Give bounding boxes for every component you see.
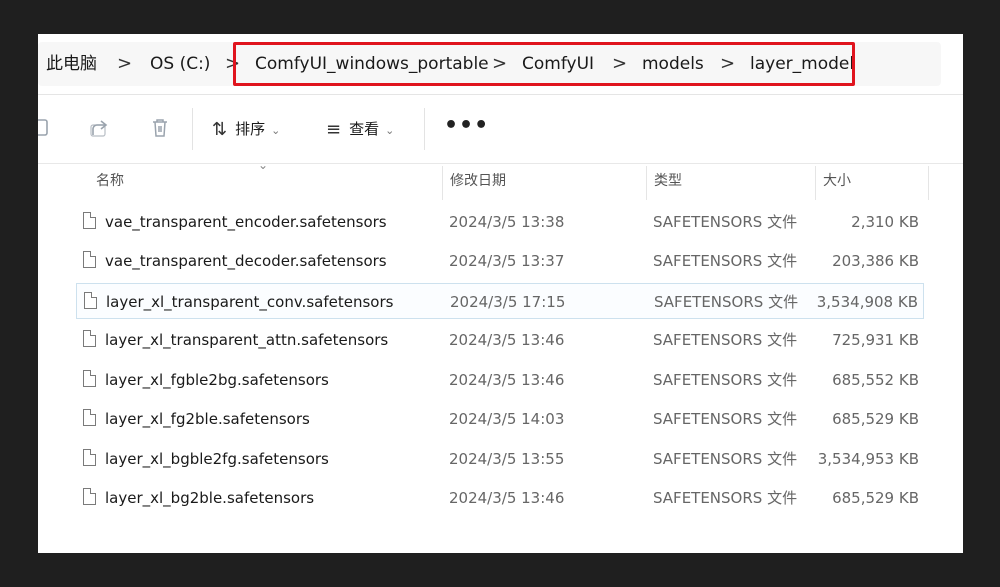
file-row[interactable]: layer_xl_fg2ble.safetensors 2024/3/5 14:… (76, 401, 924, 437)
sort-label: 排序 (235, 120, 266, 138)
file-date: 2024/3/5 14:03 (449, 410, 565, 428)
chevron-down-icon: ⌄ (385, 124, 395, 137)
file-icon (83, 212, 96, 229)
more-dots-icon[interactable]: ••• (444, 113, 489, 138)
file-type: SAFETENSORS 文件 (654, 293, 799, 311)
file-row[interactable]: layer_xl_fgble2bg.safetensors 2024/3/5 1… (76, 362, 924, 398)
file-type: SAFETENSORS 文件 (653, 331, 798, 349)
column-header-date[interactable]: 修改日期 (450, 164, 506, 202)
file-size: 685,529 KB (832, 410, 919, 428)
file-size: 3,534,908 KB (816, 293, 918, 311)
trash-icon[interactable] (148, 117, 172, 141)
file-date: 2024/3/5 13:37 (449, 252, 565, 270)
toolbar-divider (424, 108, 425, 150)
file-date: 2024/3/5 13:55 (449, 450, 565, 468)
file-size: 3,534,953 KB (817, 450, 919, 468)
breadcrumb-item-this-pc[interactable]: 此电脑 (46, 42, 97, 86)
sort-indicator-icon: ⌄ (258, 158, 269, 172)
column-divider[interactable] (928, 166, 929, 200)
file-row[interactable]: layer_xl_bgble2fg.safetensors 2024/3/5 1… (76, 441, 924, 477)
file-date: 2024/3/5 13:46 (449, 331, 565, 349)
file-date: 2024/3/5 13:46 (449, 489, 565, 507)
column-header-name[interactable]: 名称 (96, 164, 124, 202)
share-icon[interactable] (88, 117, 112, 141)
file-date: 2024/3/5 13:38 (449, 213, 565, 231)
file-size: 685,552 KB (832, 371, 919, 389)
file-icon (83, 370, 96, 387)
file-size: 725,931 KB (832, 331, 919, 349)
file-name: layer_xl_transparent_attn.safetensors (105, 331, 389, 349)
breadcrumb-item-models[interactable]: models (642, 42, 704, 86)
breadcrumb-separator[interactable]: > (612, 42, 627, 86)
breadcrumb-item-comfyui[interactable]: ComfyUI (522, 42, 594, 86)
address-bar: 此电脑 > OS (C:) > ComfyUI_windows_portable… (38, 34, 963, 95)
file-date: 2024/3/5 13:46 (449, 371, 565, 389)
view-lines-icon: ≡ (326, 118, 342, 140)
file-explorer-window: 此电脑 > OS (C:) > ComfyUI_windows_portable… (38, 34, 963, 553)
breadcrumb-separator[interactable]: > (720, 42, 735, 86)
file-icon (84, 292, 97, 309)
file-type: SAFETENSORS 文件 (653, 489, 798, 507)
file-row[interactable]: vae_transparent_encoder.safetensors 2024… (76, 204, 924, 240)
copy-icon[interactable] (38, 117, 56, 141)
file-icon (83, 409, 96, 426)
chevron-down-icon: ⌄ (271, 124, 281, 137)
column-divider[interactable] (442, 166, 443, 200)
file-type: SAFETENSORS 文件 (653, 450, 798, 468)
breadcrumb-separator[interactable]: > (492, 42, 507, 86)
file-row[interactable]: layer_xl_bg2ble.safetensors 2024/3/5 13:… (76, 480, 924, 516)
file-name: layer_xl_bgble2fg.safetensors (105, 450, 329, 468)
file-type: SAFETENSORS 文件 (653, 252, 798, 270)
file-icon (83, 449, 96, 466)
file-size: 685,529 KB (832, 489, 919, 507)
file-date: 2024/3/5 17:15 (450, 293, 566, 311)
file-size: 2,310 KB (851, 213, 919, 231)
sort-arrows-icon: ⇅ (212, 118, 228, 140)
file-row-selected[interactable]: layer_xl_transparent_conv.safetensors 20… (76, 283, 924, 319)
file-type: SAFETENSORS 文件 (653, 371, 798, 389)
file-row[interactable]: layer_xl_transparent_attn.safetensors 20… (76, 322, 924, 358)
file-type: SAFETENSORS 文件 (653, 410, 798, 428)
view-label: 查看 (349, 120, 380, 138)
view-button[interactable]: ≡ 查看 ⌄ (326, 117, 394, 141)
file-name: vae_transparent_decoder.safetensors (105, 252, 387, 270)
file-name: layer_xl_bg2ble.safetensors (105, 489, 315, 507)
file-size: 203,386 KB (832, 252, 919, 270)
breadcrumb-item-os-c[interactable]: OS (C:) (150, 42, 210, 86)
toolbar: ⇅ 排序 ⌄ ≡ 查看 ⌄ ••• (38, 95, 963, 164)
file-type: SAFETENSORS 文件 (653, 213, 798, 231)
file-icon (83, 488, 96, 505)
file-name: layer_xl_fg2ble.safetensors (105, 410, 310, 428)
breadcrumb-separator[interactable]: > (225, 42, 240, 86)
toolbar-divider (192, 108, 193, 150)
breadcrumb-separator[interactable]: > (117, 42, 132, 86)
column-header-size[interactable]: 大小 (823, 164, 851, 202)
column-header-type[interactable]: 类型 (654, 164, 682, 202)
file-row[interactable]: vae_transparent_decoder.safetensors 2024… (76, 243, 924, 279)
file-icon (83, 330, 96, 347)
breadcrumb-item-comfyui-portable[interactable]: ComfyUI_windows_portable (255, 42, 489, 86)
file-name: layer_xl_fgble2bg.safetensors (105, 371, 329, 389)
breadcrumb[interactable]: 此电脑 > OS (C:) > ComfyUI_windows_portable… (38, 42, 941, 86)
breadcrumb-item-layer-model[interactable]: layer_model (750, 42, 854, 86)
column-divider[interactable] (646, 166, 647, 200)
column-header-row: ⌄ 名称 修改日期 类型 大小 (38, 158, 963, 202)
file-name: vae_transparent_encoder.safetensors (105, 213, 387, 231)
file-icon (83, 251, 96, 268)
column-divider[interactable] (815, 166, 816, 200)
file-name: layer_xl_transparent_conv.safetensors (106, 293, 394, 311)
sort-button[interactable]: ⇅ 排序 ⌄ (212, 117, 280, 141)
